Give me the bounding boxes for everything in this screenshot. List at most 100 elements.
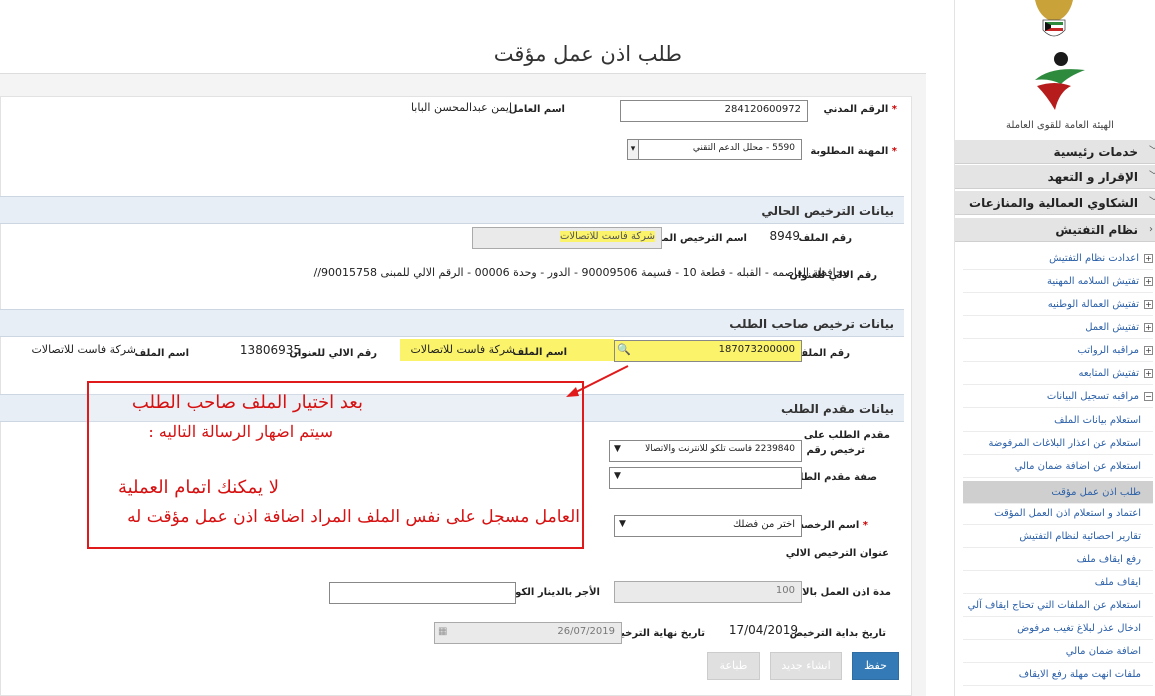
sidebar-item-suspend-file[interactable]: ايقاف ملف: [963, 571, 1153, 594]
annotation-line-3: لا يمكنك اتمام العملية: [117, 477, 279, 498]
annotation-line-2: سيتم اضهار الرسالة التاليه :: [148, 422, 333, 441]
sidebar-item-rejected-excuses[interactable]: استعلام عن اعذار البلاغات المرفوضة: [963, 432, 1153, 455]
current-file-no-value: 8949: [769, 229, 800, 243]
new-button[interactable]: انشاء جديد: [770, 652, 842, 680]
end-date-label: تاريخ نهاية الترخيص: [607, 628, 705, 639]
employer-auto-address-value: 13806935: [239, 343, 301, 357]
employer-file-name-value-2: شركة فاست للاتصالات: [31, 343, 136, 356]
dropdown-arrow-icon: ▼: [614, 471, 621, 481]
required-marker: *: [888, 104, 897, 115]
annotation-arrow: [566, 365, 629, 397]
kuwait-emblem-icon: [1035, 0, 1073, 37]
sidebar-item-temp-permit-request[interactable]: طلب اذن عمل مؤقت: [963, 481, 1153, 504]
sidebar-item-auto-suspension[interactable]: استعلام عن الملفات التي تحتاج ايقاف آلي: [963, 594, 1153, 617]
sidebar-item-label: استعلام عن اعذار البلاغات المرفوضة: [988, 438, 1141, 449]
plus-box-icon: +: [1144, 277, 1153, 286]
sidebar-item-work-inspection[interactable]: + تفتيش العمل: [963, 317, 1153, 339]
start-date-label: تاريخ بداية الترخيص: [789, 628, 886, 639]
sidebar-item-data-entry-monitoring[interactable]: − مراقبه تسجيل البيانات: [963, 386, 1153, 408]
sidebar-item-label: اعتماد و استعلام اذن العمل المؤقت: [994, 508, 1141, 519]
sidebar-item-label: استعلام بيانات الملف: [1054, 415, 1141, 426]
calendar-icon[interactable]: ▦: [438, 626, 447, 637]
section-employer-license: بيانات ترخيص صاحب الطلب: [0, 309, 904, 337]
nav-section-inspection[interactable]: نظام التفتيش ‹: [955, 218, 1155, 242]
sidebar-item-lift-suspension[interactable]: رفع ايقاف ملف: [963, 548, 1153, 571]
nav-section-label: نظام التفتيش: [1055, 223, 1138, 237]
civil-id-input[interactable]: 284120600972: [620, 100, 808, 122]
plus-box-icon: +: [1144, 323, 1153, 332]
current-license-name-input: شركة فاست للاتصالات: [472, 227, 662, 249]
dropdown-arrow-icon: ▾: [628, 140, 639, 159]
worker-name-value: ايمن عبدالمحسن البابا: [410, 101, 512, 114]
permit-license-name-select[interactable]: اختر من فضلك ▼: [614, 515, 802, 537]
occupation-value: 5590 - محلل الدعم التقني: [692, 143, 795, 153]
sidebar-item-absence-excuse[interactable]: ادخال عذر لبلاغ تغيب مرفوض: [963, 617, 1153, 640]
nav-section-complaints[interactable]: الشكاوي العمالية والمنازعات ﹀: [955, 191, 1155, 215]
start-date-value: 17/04/2019: [728, 623, 798, 637]
permit-license-name-label-text: اسم الرخصة: [798, 520, 860, 531]
sidebar-item-label: مراقبه تسجيل البيانات: [1046, 391, 1139, 402]
sidebar-item-inspection-settings[interactable]: + اعدادت نظام التفتيش: [963, 248, 1153, 270]
employer-file-no-label: رقم الملف: [796, 348, 850, 359]
sidebar-item-follow-up[interactable]: + تفتيش المتابعه: [963, 363, 1153, 385]
sidebar-item-file-inquiry[interactable]: استعلام بيانات الملف: [963, 409, 1153, 432]
end-date-input: 26/07/2019 ▦: [434, 622, 622, 644]
civil-id-value: 284120600972: [724, 104, 801, 115]
plus-box-icon: +: [1144, 300, 1153, 309]
page-header: طلب اذن عمل مؤقت: [0, 14, 926, 74]
duration-label: مدة اذن العمل بالايام: [787, 587, 891, 598]
wage-input[interactable]: [329, 582, 516, 604]
sidebar-item-guarantee-inquiry[interactable]: استعلام عن اضافة ضمان مالي: [963, 455, 1153, 478]
nav-section-declaration[interactable]: الإقرار و التعهد ﹀: [955, 165, 1155, 189]
applicant-role-label: صفة مقدم الطلب: [789, 472, 877, 483]
sidebar-item-national-labor[interactable]: + تفتيش العمالة الوطنيه: [963, 294, 1153, 316]
print-button[interactable]: طباعة: [707, 652, 760, 680]
permit-license-name-label: * اسم الرخصة: [798, 520, 868, 531]
nav-section-main-services[interactable]: خدمات رئيسية ﹀: [955, 140, 1155, 164]
sidebar-item-label: تقارير احصائية لنظام التفتيش: [1019, 531, 1141, 542]
sidebar-item-label: مراقبه الرواتب: [1077, 345, 1139, 356]
sidebar-item-label: ادخال عذر لبلاغ تغيب مرفوض: [1017, 623, 1141, 634]
section-current-license: بيانات الترخيص الحالي: [0, 196, 904, 224]
sidebar-item-add-guarantee[interactable]: اضافة ضمان مالي: [963, 640, 1153, 663]
manpower-authority-logo: [1035, 52, 1085, 110]
required-marker: *: [859, 520, 868, 531]
current-license-name-value: شركة فاست للاتصالات: [559, 231, 655, 242]
sidebar-item-label: اعدادت نظام التفتيش: [1049, 253, 1139, 264]
applicant-role-select[interactable]: ▼: [609, 467, 802, 489]
worker-name-label: اسم العامل: [508, 104, 565, 115]
minus-box-icon: −: [1144, 392, 1153, 401]
chevron-left-icon: ‹: [1149, 224, 1153, 235]
employer-file-name-label-2: اسم الملف: [134, 348, 189, 359]
sidebar-item-safety-inspection[interactable]: + تفتيش السلامه المهنية: [963, 271, 1153, 293]
sidebar-item-salary-monitoring[interactable]: + مراقبه الرواتب: [963, 340, 1153, 362]
plus-box-icon: +: [1144, 369, 1153, 378]
employer-file-no-input[interactable]: 187073200000 🔍: [614, 340, 802, 362]
sidebar-item-statistics[interactable]: تقارير احصائية لنظام التفتيش: [963, 525, 1153, 548]
chevron-down-icon: ﹀: [1149, 165, 1155, 189]
sidebar-item-label: تفتيش العمالة الوطنيه: [1047, 299, 1139, 310]
permit-license-address-label: عنوان الترخيص الالي: [785, 548, 889, 559]
current-file-no-label: رقم الملف: [798, 233, 852, 244]
employer-file-no-value: 187073200000: [718, 344, 795, 355]
civil-id-label: * الرقم المدني: [823, 104, 897, 115]
dropdown-arrow-icon: ▼: [619, 519, 626, 529]
sidebar-item-temp-permit-approval[interactable]: اعتماد و استعلام اذن العمل المؤقت: [963, 502, 1153, 525]
search-icon[interactable]: 🔍: [617, 343, 631, 356]
sidebar-item-label: استعلام عن اضافة ضمان مالي: [1014, 461, 1141, 472]
current-address-value: محافظة العاصمه - القبله - قطعة 10 - قسيم…: [313, 266, 849, 279]
page-title: طلب اذن عمل مؤقت: [493, 42, 682, 66]
sidebar-item-label: تفتيش السلامه المهنية: [1046, 276, 1139, 287]
applicant-license-label-1: مقدم الطلب على: [803, 430, 890, 441]
occupation-select[interactable]: 5590 - محلل الدعم التقني ▾: [627, 139, 802, 160]
applicant-license-select[interactable]: 2239840 فاست تلكو للانترنت والاتصالا ▼: [609, 440, 802, 462]
plus-box-icon: +: [1144, 346, 1153, 355]
occupation-label-text: المهنة المطلوبة: [810, 146, 889, 157]
save-button[interactable]: حفظ: [852, 652, 899, 680]
employer-auto-address-label: رقم الالي للعنوان: [289, 348, 377, 359]
duration-input: 100: [614, 581, 802, 603]
sidebar-item-expired-suspension[interactable]: ملفات انهت مهلة رفع الايقاف: [963, 663, 1153, 686]
dropdown-arrow-icon: ▼: [614, 444, 621, 454]
permit-license-name-value: اختر من فضلك: [732, 519, 795, 530]
annotation-line-4: العامل مسجل على نفس الملف المراد اضافة ا…: [127, 507, 580, 527]
